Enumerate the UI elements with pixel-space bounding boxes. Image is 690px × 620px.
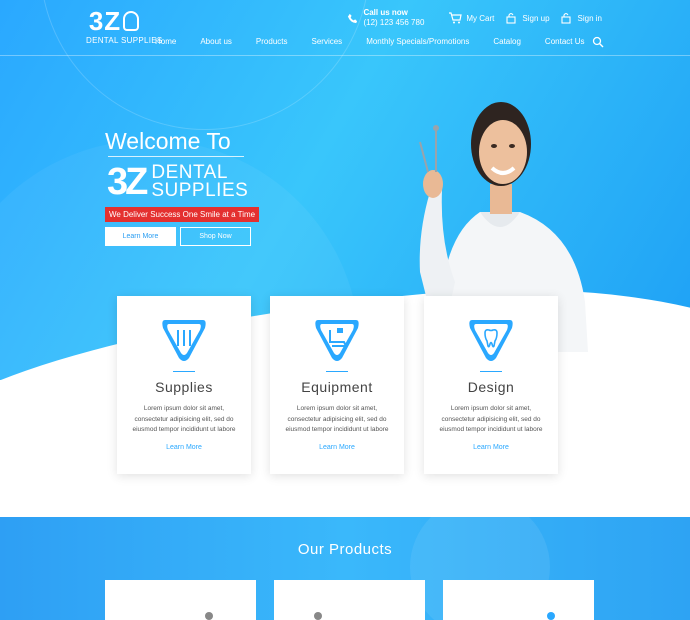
tooth-icon [469, 320, 513, 361]
nav-divider [0, 55, 690, 56]
service-card-design: Design Lorem ipsum dolor sit amet, conse… [424, 296, 558, 474]
top-bar: Call us now (12) 123 456 780 My Cart Sig… [345, 5, 602, 31]
cart-icon [448, 11, 463, 25]
product-card[interactable] [443, 580, 594, 620]
nav-item-catalog[interactable]: Catalog [493, 37, 521, 46]
card-underline [173, 371, 195, 372]
my-cart-link[interactable]: My Cart [448, 11, 494, 25]
nav-item-products[interactable]: Products [256, 37, 288, 46]
search-icon[interactable] [592, 35, 604, 53]
card-description: Lorem ipsum dolor sit amet, consectetur … [285, 405, 389, 433]
phone-icon [345, 11, 359, 25]
nav-item-contact-us[interactable]: Contact Us [545, 37, 585, 46]
hero-divider [108, 156, 244, 157]
sign-up-label: Sign up [522, 13, 550, 23]
logo-subtitle: DENTAL SUPPLIES [86, 36, 163, 45]
my-cart-label: My Cart [466, 13, 495, 23]
learn-more-button[interactable]: Learn More [105, 227, 176, 246]
card-learn-more-link[interactable]: Learn More [270, 444, 404, 451]
call-us[interactable]: Call us now (12) 123 456 780 [345, 8, 424, 28]
logo-mark: 3Z [86, 8, 142, 34]
hero-logo-mark: 3Z [107, 161, 148, 203]
sign-up-link[interactable]: Sign up [504, 11, 550, 25]
hero-welcome: Welcome To [105, 128, 231, 154]
tooth-icon [123, 11, 140, 31]
phone-number: (12) 123 456 780 [363, 18, 425, 27]
lock-icon [504, 11, 518, 25]
hero-logo-line2: SUPPLIES [151, 180, 249, 201]
dental-chair-icon [315, 320, 359, 361]
products-section: Our Products [0, 517, 690, 620]
nav-item-about-us[interactable]: About us [200, 37, 232, 46]
card-underline [480, 371, 502, 372]
card-learn-more-link[interactable]: Learn More [424, 444, 558, 451]
logo-mark-text: 3Z [88, 6, 122, 36]
product-thumbnail [205, 612, 213, 620]
nav-item-monthly-specials[interactable]: Monthly Specials/Promotions [366, 37, 469, 46]
products-title: Our Products [297, 541, 393, 558]
service-card-equipment: Equipment Lorem ipsum dolor sit amet, co… [270, 296, 404, 474]
product-thumbnail [547, 612, 555, 620]
call-label: Call us now [363, 8, 408, 17]
hero-logo: 3Z DENTAL SUPPLIES [107, 162, 248, 202]
hero-logo-words: DENTAL SUPPLIES [151, 163, 249, 201]
dental-tools-icon [162, 320, 206, 361]
card-description: Lorem ipsum dolor sit amet, consectetur … [439, 405, 543, 433]
site-logo[interactable]: 3Z DENTAL SUPPLIES [86, 8, 163, 45]
nav-item-home[interactable]: Home [155, 37, 176, 46]
sign-in-label: Sign in [577, 13, 602, 23]
hero-tagline: We Deliver Success One Smile at a Time [105, 207, 260, 222]
service-card-supplies: Supplies Lorem ipsum dolor sit amet, con… [117, 296, 251, 474]
shop-now-button[interactable]: Shop Now [180, 227, 251, 246]
card-title: Design [467, 379, 515, 395]
main-nav: Home About us Products Services Monthly … [155, 37, 609, 46]
card-title: Equipment [301, 379, 373, 395]
card-learn-more-link[interactable]: Learn More [117, 444, 251, 451]
nav-item-services[interactable]: Services [312, 37, 343, 46]
product-card[interactable] [274, 580, 425, 620]
card-description: Lorem ipsum dolor sit amet, consectetur … [132, 405, 236, 433]
card-title: Supplies [155, 379, 213, 395]
product-thumbnail [314, 612, 322, 620]
sign-in-link[interactable]: Sign in [560, 11, 602, 25]
unlock-icon [560, 11, 574, 25]
card-underline [326, 371, 348, 372]
product-card[interactable] [105, 580, 256, 620]
